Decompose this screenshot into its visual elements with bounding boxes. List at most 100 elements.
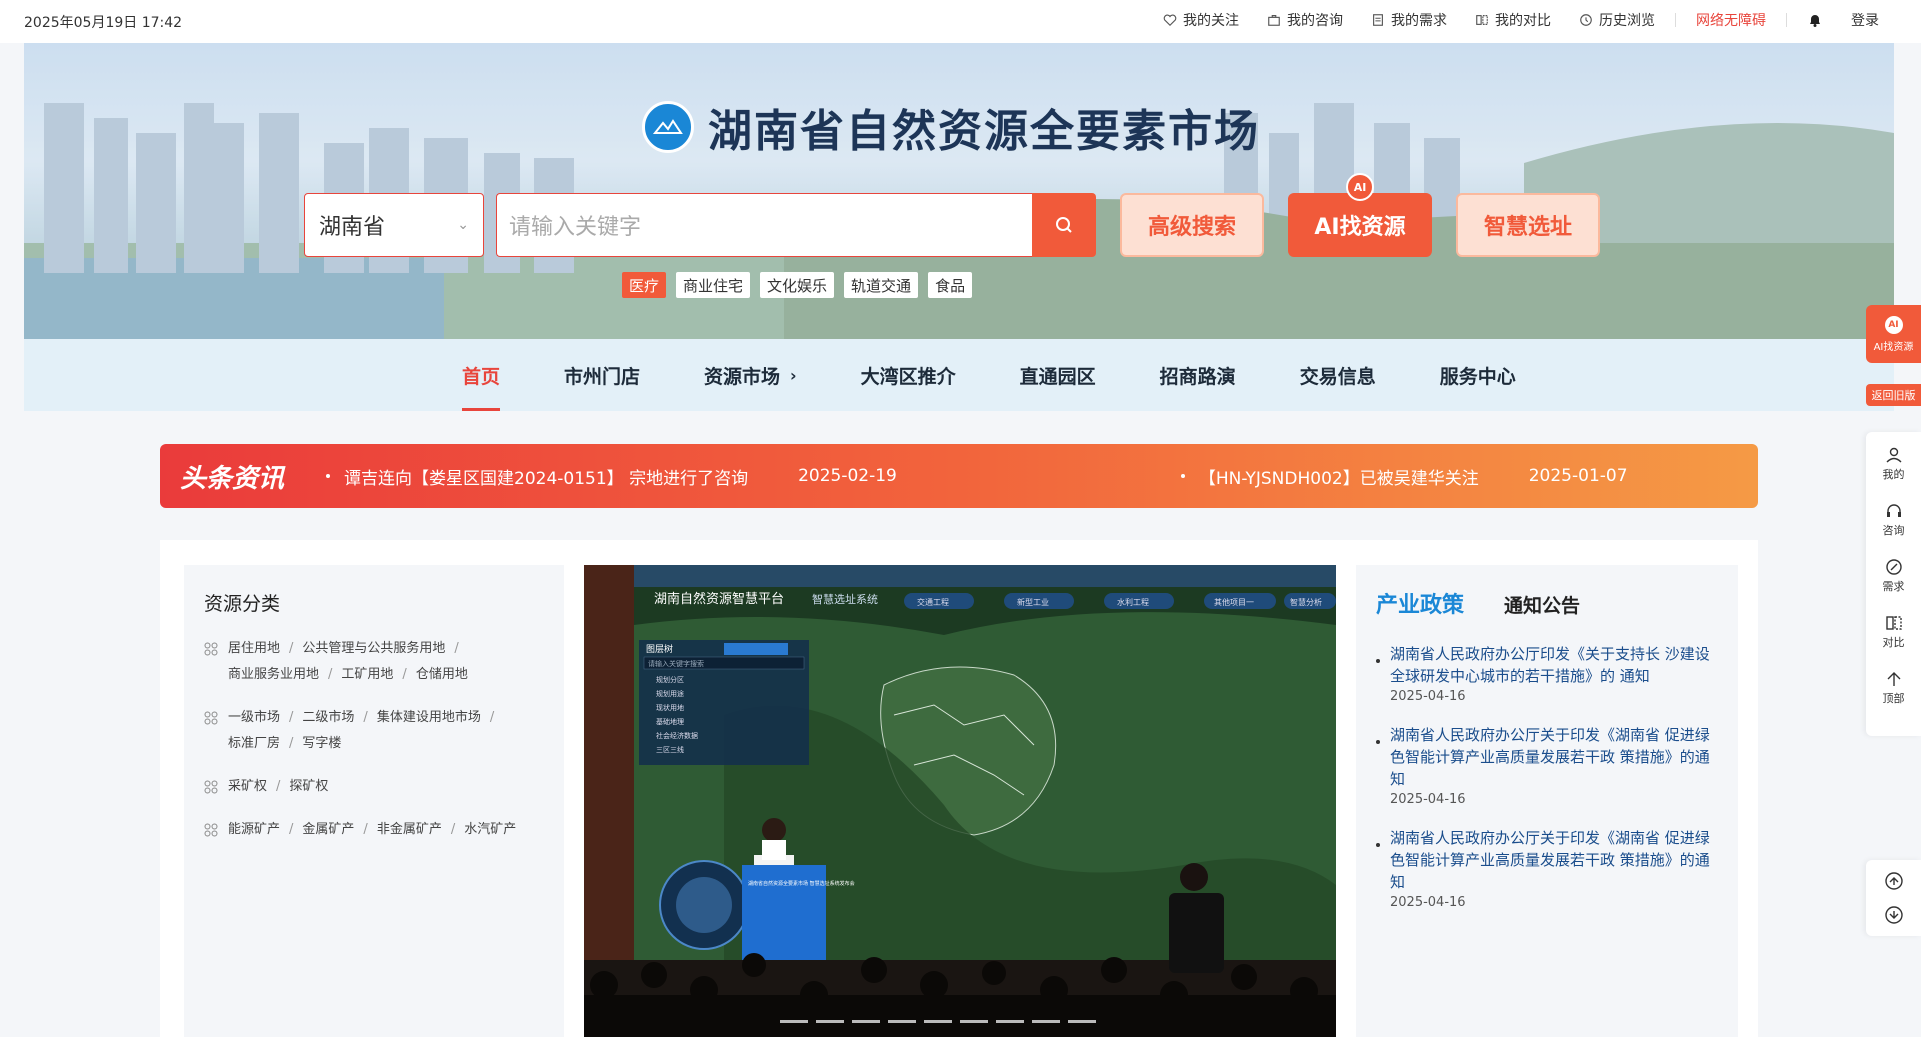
float-menu-demand[interactable]: 需求	[1883, 558, 1905, 594]
float-menu: 我的 咨询 需求 对比 顶部	[1866, 432, 1921, 736]
scroll-up-icon[interactable]	[1884, 871, 1904, 891]
accessibility-link[interactable]: 网络无障碍	[1682, 10, 1780, 30]
category-link[interactable]: 工矿用地	[341, 667, 393, 682]
resource-categories: 资源分类 居住用地 / 公共管理与公共服务用地 / 商业服务业用地 / 工矿用地 / 仓储用地…	[184, 565, 564, 1037]
document-icon	[1373, 14, 1383, 26]
screen-pill: 水利工程	[1117, 597, 1149, 607]
my-follow-link[interactable]: 我的关注	[1149, 10, 1253, 30]
screen-pill: 交通工程	[917, 597, 949, 607]
nav-item-roadshow[interactable]: 招商路演	[1128, 339, 1268, 411]
screen-layer-item: 基础地理	[656, 717, 684, 726]
float-menu-top[interactable]: 顶部	[1883, 670, 1905, 706]
policy-item[interactable]: 湖南省人民政府办公厅关于印发《湖南省 促进绿色智能计算产业高质量发展若干政 策措…	[1376, 724, 1718, 807]
category-link[interactable]: 采矿权	[228, 779, 267, 794]
site-title: 湖南省自然资源全要素市场	[642, 95, 1260, 159]
category-link[interactable]: 集体建设用地市场	[377, 710, 481, 725]
ticker-news-item[interactable]: 谭吉连向【娄星区国建2024-0151】 宗地进行了咨询 2025-02-19	[310, 464, 897, 489]
bullet	[326, 474, 330, 478]
category-link[interactable]: 水汽矿产	[464, 822, 516, 837]
conference-photo: 湖南自然资源智慧平台 智慧选址系统 交通工程 新型工业 水利工程 其他项目一 智…	[584, 565, 1336, 1037]
nav-item-greater-bay[interactable]: 大湾区推介	[829, 339, 988, 411]
hot-tag[interactable]: 轨道交通	[844, 272, 919, 298]
nav-item-trade-info[interactable]: 交易信息	[1268, 339, 1408, 411]
policy-date: 2025-04-16	[1390, 895, 1466, 910]
link-icon	[1885, 559, 1902, 575]
policy-item[interactable]: 湖南省人民政府办公厅关于印发《湖南省 促进绿色智能计算产业高质量发展若干政 策措…	[1376, 827, 1718, 910]
float-ai-button[interactable]: AI AI找资源	[1866, 305, 1921, 363]
policy-title: 湖南省人民政府办公厅关于印发《湖南省 促进绿色智能计算产业高质量发展若干政 策措…	[1390, 726, 1710, 788]
compare-icon	[1885, 616, 1902, 630]
scroll-controls	[1866, 860, 1921, 936]
headline-ticker: 头条资讯 谭吉连向【娄星区国建2024-0151】 宗地进行了咨询 2025-0…	[160, 444, 1758, 508]
tab-industry-policy[interactable]: 产业政策	[1376, 587, 1464, 619]
back-to-old-version-button[interactable]: 返回旧版	[1866, 384, 1921, 406]
bullet	[1376, 659, 1380, 663]
banner-carousel[interactable]: 湖南自然资源智慧平台 智慧选址系统 交通工程 新型工业 水利工程 其他项目一 智…	[584, 565, 1336, 1037]
ticker-label: 头条资讯	[180, 463, 285, 494]
grid-icon	[204, 823, 218, 837]
my-demand-label: 我的需求	[1391, 13, 1447, 29]
category-link[interactable]: 金属矿产	[302, 822, 354, 837]
history-link[interactable]: 历史浏览	[1565, 10, 1669, 30]
float-menu-compare[interactable]: 对比	[1883, 614, 1905, 650]
briefcase-icon	[1268, 15, 1280, 26]
category-link[interactable]: 非金属矿产	[377, 822, 442, 837]
chevron-down-icon: ⌄	[457, 217, 469, 233]
category-link[interactable]: 写字楼	[302, 736, 341, 751]
my-consult-label: 我的咨询	[1287, 13, 1343, 29]
screen-pill: 智慧分析	[1290, 597, 1322, 607]
advanced-search-button[interactable]: 高级搜索	[1120, 193, 1264, 257]
hot-tag[interactable]: 商业住宅	[676, 272, 751, 298]
nav-item-city-stores[interactable]: 市州门店	[532, 339, 672, 411]
search-button[interactable]	[1032, 193, 1096, 257]
float-menu-consult[interactable]: 咨询	[1883, 502, 1905, 538]
login-link[interactable]: 登录	[1837, 10, 1893, 30]
site-title-text: 湖南省自然资源全要素市场	[708, 106, 1260, 157]
my-compare-link[interactable]: 我的对比	[1461, 10, 1565, 30]
clock-icon	[1580, 14, 1592, 26]
top-icon	[1887, 672, 1900, 686]
category-link[interactable]: 能源矿产	[228, 822, 280, 837]
tab-notices[interactable]: 通知公告	[1504, 591, 1580, 618]
float-menu-mine[interactable]: 我的	[1883, 446, 1905, 482]
mountain-logo-icon	[653, 119, 683, 134]
nav-item-service-center[interactable]: 服务中心	[1408, 339, 1548, 411]
smart-site-selection-button[interactable]: 智慧选址	[1456, 193, 1600, 257]
category-link[interactable]: 公共管理与公共服务用地	[302, 641, 445, 656]
ai-find-resources-button[interactable]: AI AI找资源	[1288, 173, 1432, 257]
region-select[interactable]: 湖南省 ⌄	[304, 193, 484, 257]
search-input[interactable]: 请输入关键字	[496, 193, 1032, 257]
hot-tag[interactable]: 食品	[928, 272, 973, 298]
screen-layer-item: 规划用途	[656, 689, 684, 698]
policy-item[interactable]: 湖南省人民政府办公厅印发《关于支持长 沙建设全球研发中心城市的若干措施》的 通知…	[1376, 643, 1718, 704]
category-link[interactable]: 探矿权	[289, 779, 328, 794]
category-link[interactable]: 标准厂房	[228, 736, 280, 751]
scroll-down-icon[interactable]	[1884, 905, 1904, 925]
history-label: 历史浏览	[1599, 13, 1655, 29]
site-logo	[642, 101, 694, 153]
my-consult-link[interactable]: 我的咨询	[1253, 10, 1357, 30]
bullet	[1180, 474, 1185, 478]
notification-bell[interactable]	[1793, 12, 1837, 28]
hot-tag[interactable]: 文化娱乐	[760, 272, 835, 298]
nav-item-parks[interactable]: 直通园区	[988, 339, 1128, 411]
top-bar: 2025年05月19日 17:42 我的关注 我的咨询 我的需求 我的对比 历史…	[0, 0, 1921, 43]
ticker-news-item[interactable]: 【HN-YJSNDH002】已被吴建华关注 2025-01-07	[1165, 464, 1628, 489]
category-link[interactable]: 商业服务业用地	[228, 667, 319, 682]
nav-item-resource-market[interactable]: 资源市场 ›	[672, 339, 829, 411]
bell-icon	[1810, 15, 1820, 27]
divider	[1786, 13, 1787, 27]
category-group: 居住用地 / 公共管理与公共服务用地 / 商业服务业用地 / 工矿用地 / 仓储用地	[204, 636, 544, 688]
category-group: 一级市场 / 二级市场 / 集体建设用地市场 / 标准厂房 / 写字楼	[204, 705, 544, 757]
category-link[interactable]: 居住用地	[228, 641, 280, 656]
category-link[interactable]: 一级市场	[228, 710, 280, 725]
policy-date: 2025-04-16	[1390, 792, 1466, 807]
my-demand-link[interactable]: 我的需求	[1357, 10, 1461, 30]
hot-tag[interactable]: 医疗	[622, 272, 667, 298]
nav-item-home[interactable]: 首页	[430, 339, 532, 411]
ai-find-resources-label: AI找资源	[1314, 215, 1406, 240]
category-link[interactable]: 二级市场	[302, 710, 354, 725]
category-link[interactable]: 仓储用地	[416, 667, 468, 682]
top-links: 我的关注 我的咨询 我的需求 我的对比 历史浏览 网络无障碍 登录	[1149, 10, 1893, 30]
policy-title: 湖南省人民政府办公厅关于印发《湖南省 促进绿色智能计算产业高质量发展若干政 策措…	[1390, 829, 1710, 891]
